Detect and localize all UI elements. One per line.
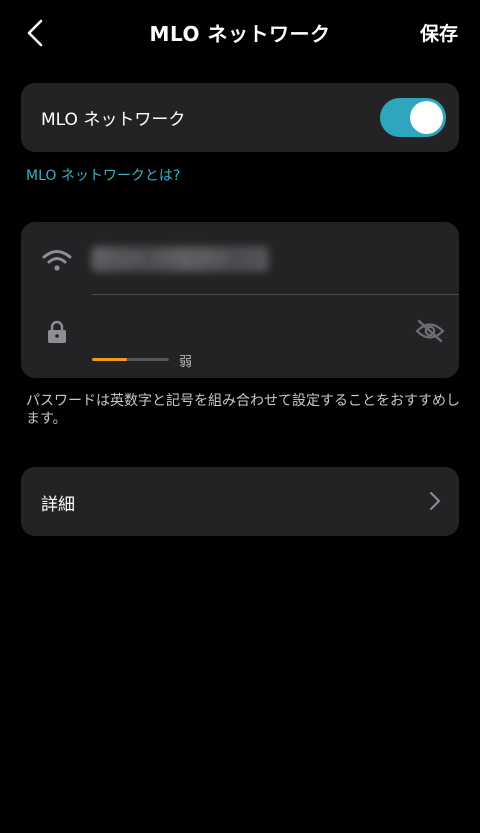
mlo-network-toggle[interactable]	[380, 98, 446, 137]
password-hint-text: パスワードは英数字と記号を組み合わせて設定することをおすすめします。	[26, 393, 460, 427]
wifi-icon	[42, 250, 72, 271]
password-strength-label: 弱	[179, 355, 193, 370]
header-bar: MLO ネットワーク 保存	[0, 0, 480, 66]
eye-slash-icon[interactable]	[415, 318, 445, 344]
ssid-field[interactable]: TP-Link_XXXX_MLO	[91, 246, 269, 272]
lock-icon	[48, 320, 66, 343]
what-is-mlo-link[interactable]: MLO ネットワークとは?	[26, 165, 180, 185]
page-title: MLO ネットワーク	[149, 22, 331, 46]
toggle-knob	[410, 101, 443, 134]
detail-label: 詳細	[41, 495, 75, 515]
detail-row[interactable]: 詳細	[21, 467, 459, 536]
mlo-network-card: MLO ネットワーク	[21, 83, 459, 152]
save-button[interactable]: 保存	[420, 19, 458, 46]
mlo-network-label: MLO ネットワーク	[41, 110, 186, 130]
password-input[interactable]	[91, 312, 391, 352]
password-strength-fill	[92, 358, 127, 361]
network-credentials-card: TP-Link_XXXX_MLO 弱	[21, 222, 459, 378]
chevron-right-icon	[430, 492, 440, 510]
field-divider	[92, 294, 459, 295]
password-strength-bar	[92, 358, 169, 361]
ssid-text: TP-Link_XXXX_MLO	[95, 251, 229, 267]
